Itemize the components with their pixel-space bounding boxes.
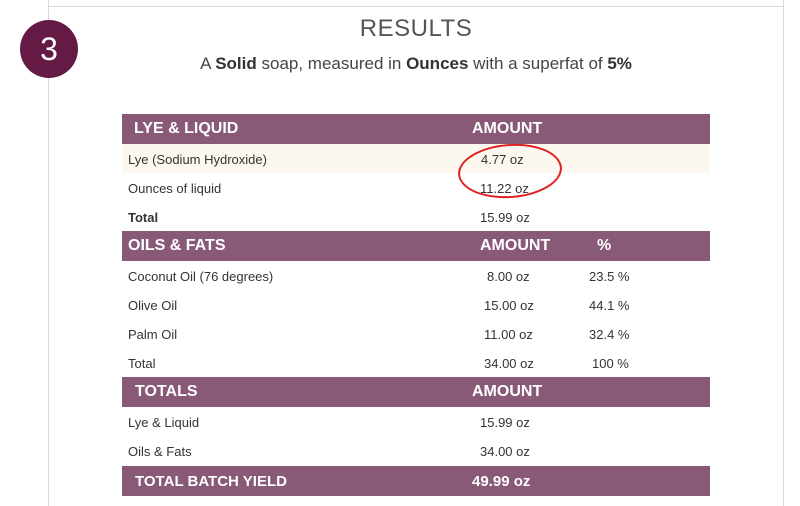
table-row: Palm Oil 11.00 oz 32.4 %	[122, 319, 710, 348]
table-row: Total 15.99 oz	[122, 202, 710, 231]
table-row: Lye & Liquid 15.99 oz	[122, 407, 710, 436]
row-amount: 15.99 oz	[480, 415, 530, 430]
total-batch-yield-row: TOTAL BATCH YIELD 49.99 oz	[122, 466, 710, 496]
table-row: Lye (Sodium Hydroxide) 4.77 oz	[122, 144, 710, 173]
lye-liquid-header-label: LYE & LIQUID	[134, 120, 239, 137]
totals-header: TOTALS AMOUNT	[122, 377, 710, 407]
row-label: Ounces of liquid	[128, 181, 222, 196]
oils-fats-header: OILS & FATS AMOUNT %	[122, 231, 710, 261]
summary-superfat-text: with a superfat of	[468, 54, 608, 73]
table-row: Oils & Fats 34.00 oz	[122, 436, 710, 465]
oils-fats-pct-header: %	[597, 237, 612, 254]
row-label: Oils & Fats	[128, 444, 192, 459]
lye-liquid-amount-header: AMOUNT	[472, 120, 543, 137]
row-amount: 11.00 oz	[484, 327, 533, 342]
table-row: Coconut Oil (76 degrees) 8.00 oz 23.5 %	[122, 261, 710, 290]
row-pct: 32.4 %	[589, 327, 630, 342]
table-row: Ounces of liquid 11.22 oz	[122, 173, 710, 202]
results-table: LYE & LIQUID AMOUNT Lye (Sodium Hydroxid…	[122, 114, 710, 496]
totals-amount-header: AMOUNT	[472, 383, 543, 400]
row-amount: 15.00 oz	[484, 298, 534, 313]
lye-liquid-header: LYE & LIQUID AMOUNT	[122, 114, 710, 144]
row-amount: 34.00 oz	[484, 356, 534, 371]
row-amount: 15.99 oz	[480, 210, 530, 225]
row-label: Total	[128, 356, 156, 371]
row-label: Lye & Liquid	[128, 415, 200, 430]
panel-right-border	[783, 0, 784, 506]
batch-yield-amount: 49.99 oz	[472, 473, 531, 490]
row-label: Palm Oil	[128, 327, 178, 342]
summary-superfat: 5%	[607, 54, 632, 73]
row-label: Lye (Sodium Hydroxide)	[128, 152, 267, 167]
table-row: Olive Oil 15.00 oz 44.1 %	[122, 290, 710, 319]
totals-header-label: TOTALS	[135, 383, 198, 400]
table-row: Total 34.00 oz 100 %	[122, 348, 710, 377]
summary-prefix: A	[200, 54, 216, 73]
summary-middle: soap, measured in	[256, 54, 407, 73]
summary-soap-type: Solid	[215, 54, 257, 73]
row-label: Olive Oil	[128, 298, 178, 313]
row-pct: 100 %	[592, 356, 629, 371]
panel-top-border	[48, 6, 784, 7]
oils-fats-amount-header: AMOUNT	[480, 237, 551, 254]
results-title: RESULTS	[359, 15, 473, 42]
row-amount: 8.00 oz	[487, 269, 530, 284]
summary-unit: Ounces	[406, 54, 469, 73]
batch-yield-label: TOTAL BATCH YIELD	[135, 473, 287, 490]
row-label: Coconut Oil (76 degrees)	[128, 269, 274, 284]
results-summary: A Solid soap, measured in Ounces with a …	[0, 54, 800, 74]
row-pct: 23.5 %	[589, 269, 630, 284]
row-pct: 44.1 %	[589, 298, 630, 313]
row-label: Total	[128, 210, 159, 225]
oils-fats-header-label: OILS & FATS	[128, 237, 226, 254]
row-amount: 34.00 oz	[480, 444, 530, 459]
